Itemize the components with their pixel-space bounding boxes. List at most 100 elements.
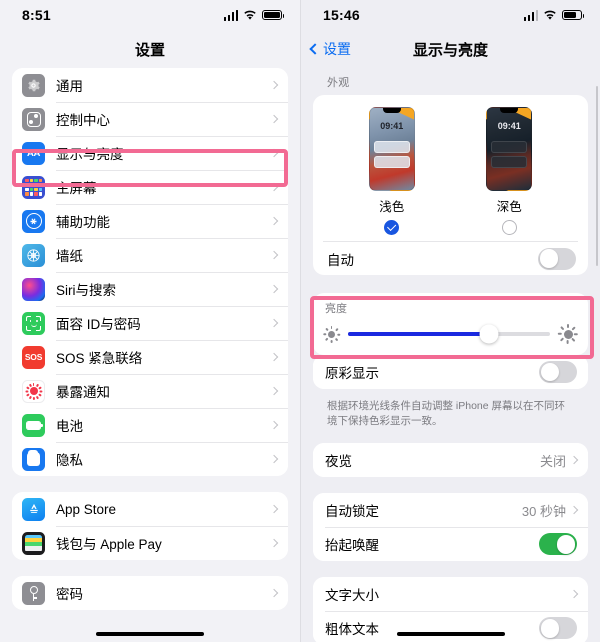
preview-notification xyxy=(491,141,528,153)
brightness-slider[interactable] xyxy=(348,324,550,344)
sidebar-item-home-screen[interactable]: 主屏幕 xyxy=(12,170,288,204)
preview-time: 09:41 xyxy=(380,121,404,131)
sidebar-item-battery[interactable]: 电池 xyxy=(12,408,288,442)
night-shift-row[interactable]: 夜览 关闭 xyxy=(313,443,588,478)
brightness-high-icon xyxy=(557,324,578,344)
sidebar-item-face-id[interactable]: 面容 ID与密码 xyxy=(12,306,288,340)
text-size-row[interactable]: 文字大小 xyxy=(313,577,588,612)
brightness-slider-row[interactable] xyxy=(322,321,578,347)
app-store-icon xyxy=(22,497,45,521)
light-mode-radio[interactable] xyxy=(384,220,400,235)
light-mode-preview[interactable]: 09:41 xyxy=(368,107,415,191)
appearance-option-light[interactable]: 09:41 浅色 xyxy=(368,107,415,235)
auto-lock-row[interactable]: 自动锁定 30 秒钟 xyxy=(313,493,588,528)
sidebar-item-privacy[interactable]: 隐私 xyxy=(12,442,288,476)
appearance-option-label: 浅色 xyxy=(379,200,405,214)
chevron-right-icon xyxy=(269,284,279,294)
sidebar-item-app-store[interactable]: App Store xyxy=(12,492,288,526)
sidebar-item-label: 通用 xyxy=(56,79,83,94)
settings-group-1: 通用 控制中心 AA 显示与亮度 主屏幕 ⚹ 辅助功能 墙纸 Siri与搜索 面… xyxy=(12,68,288,476)
appearance-option-dark[interactable]: 09:41 深色 xyxy=(486,107,533,235)
true-tone-group: 原彩显示 xyxy=(313,355,588,389)
accessibility-icon: ⚹ xyxy=(22,209,45,233)
status-time: 15:46 xyxy=(323,7,360,23)
sidebar-item-wallet[interactable]: 钱包与 Apple Pay xyxy=(12,526,288,560)
brightness-slider-fill xyxy=(348,332,490,336)
chevron-right-icon xyxy=(269,148,279,158)
chevron-right-icon xyxy=(269,588,279,598)
chevron-right-icon xyxy=(269,114,279,124)
sidebar-item-accessibility[interactable]: ⚹ 辅助功能 xyxy=(12,204,288,238)
sidebar-item-label: 墙纸 xyxy=(56,249,83,264)
sidebar-item-passwords[interactable]: 密码 xyxy=(12,576,288,610)
wifi-icon xyxy=(244,10,256,20)
sidebar-item-label: 暴露通知 xyxy=(56,385,110,400)
sidebar-item-general[interactable]: 通用 xyxy=(12,68,288,102)
status-time: 8:51 xyxy=(22,7,51,23)
scrollbar[interactable] xyxy=(595,86,598,266)
sidebar-item-control-center[interactable]: 控制中心 xyxy=(12,102,288,136)
gear-icon xyxy=(22,73,45,97)
wifi-icon xyxy=(544,10,556,20)
back-button[interactable]: 设置 xyxy=(309,30,351,68)
chevron-right-icon xyxy=(269,538,279,548)
face-id-icon xyxy=(22,311,45,335)
night-shift-label: 夜览 xyxy=(325,454,352,470)
auto-lock-value: 30 秒钟 xyxy=(521,503,566,519)
siri-icon xyxy=(22,277,45,301)
sidebar-item-wallpaper[interactable]: 墙纸 xyxy=(12,238,288,272)
chevron-right-icon xyxy=(269,454,279,464)
brightness-slider-thumb[interactable] xyxy=(479,324,499,344)
chevron-right-icon xyxy=(269,352,279,362)
appearance-option-label: 深色 xyxy=(496,200,522,214)
preview-notification xyxy=(373,141,410,153)
dark-mode-preview[interactable]: 09:41 xyxy=(486,107,533,191)
preview-notification xyxy=(491,156,528,168)
sidebar-item-label: SOS 紧急联络 xyxy=(56,351,143,366)
passwords-icon xyxy=(22,581,45,605)
true-tone-toggle[interactable] xyxy=(539,361,577,383)
sidebar-item-label: 隐私 xyxy=(56,453,83,468)
sidebar-item-exposure-notifications[interactable]: 暴露通知 xyxy=(12,374,288,408)
sos-icon: SOS xyxy=(22,345,45,369)
auto-appearance-row[interactable]: 自动 xyxy=(323,241,578,275)
chevron-right-icon xyxy=(569,590,579,599)
auto-appearance-toggle[interactable] xyxy=(538,247,576,270)
chevron-right-icon xyxy=(269,420,279,430)
chevron-right-icon xyxy=(269,216,279,226)
sidebar-item-label: 面容 ID与密码 xyxy=(56,317,141,332)
bold-text-toggle[interactable] xyxy=(539,617,577,640)
sidebar-item-sos[interactable]: SOS SOS 紧急联络 xyxy=(12,340,288,374)
battery-icon xyxy=(562,9,585,21)
raise-to-wake-row[interactable]: 抬起唤醒 xyxy=(313,527,588,562)
nav-bar-right: 设置 显示与亮度 xyxy=(301,30,600,68)
lock-group: 自动锁定 30 秒钟 抬起唤醒 xyxy=(313,493,588,562)
home-screen-icon xyxy=(22,175,45,199)
privacy-icon xyxy=(22,447,45,471)
sidebar-item-label: App Store xyxy=(56,501,117,517)
brightness-card: 亮度 xyxy=(313,293,588,355)
home-indicator xyxy=(396,631,505,636)
battery-settings-icon xyxy=(22,413,45,437)
text-size-label: 文字大小 xyxy=(325,588,379,604)
sidebar-item-siri-search[interactable]: Siri与搜索 xyxy=(12,272,288,306)
dark-mode-radio[interactable] xyxy=(501,220,517,235)
chevron-right-icon xyxy=(269,182,279,192)
back-button-label: 设置 xyxy=(323,41,351,57)
sidebar-item-label: Siri与搜索 xyxy=(56,283,116,298)
nav-bar-left: 设置 xyxy=(0,30,300,68)
appearance-options: 09:41 浅色 09:41 深色 xyxy=(323,105,578,241)
bold-text-row[interactable]: 粗体文本 xyxy=(313,611,588,642)
home-indicator xyxy=(96,631,204,636)
settings-group-2: App Store 钱包与 Apple Pay xyxy=(12,492,288,560)
control-center-icon xyxy=(22,107,45,131)
raise-to-wake-label: 抬起唤醒 xyxy=(325,538,379,554)
display-settings-content: 外观 09:41 浅色 09:41 深色 自动 亮度 原彩显示 根据环境光线条件… xyxy=(301,68,600,642)
settings-list-screen: 8:51 设置 通用 控制中心 AA 显示与亮度 主屏幕 ⚹ 辅助功能 墙纸 S… xyxy=(0,0,300,642)
preview-notification xyxy=(373,156,410,168)
exposure-notification-icon xyxy=(22,379,45,403)
raise-to-wake-toggle[interactable] xyxy=(539,533,577,556)
sidebar-item-display-brightness[interactable]: AA 显示与亮度 xyxy=(12,136,288,170)
true-tone-row[interactable]: 原彩显示 xyxy=(313,355,588,389)
wallet-icon xyxy=(22,531,45,555)
